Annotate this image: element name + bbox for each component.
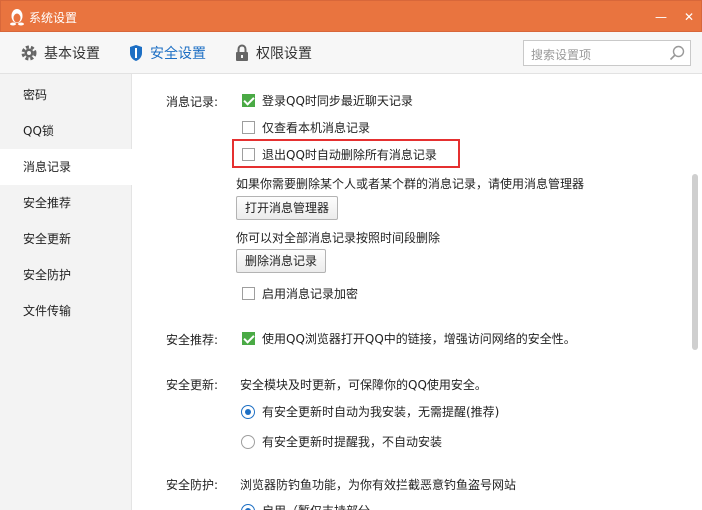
sidebar-item-file-transfer[interactable]: 文件传输 bbox=[0, 293, 132, 329]
auto-install-radio[interactable] bbox=[241, 404, 255, 419]
tab-permission-settings[interactable]: 权限设置 bbox=[234, 32, 312, 74]
option-text: 登录QQ时同步最近聊天记录 bbox=[262, 94, 413, 108]
scrollbar[interactable] bbox=[688, 74, 702, 510]
qq-penguin-icon bbox=[10, 9, 24, 26]
tab-label: 安全设置 bbox=[150, 46, 206, 62]
anti-phishing-radio-option[interactable]: 启用（暂仅支持部分 bbox=[241, 502, 370, 510]
tab-label: 权限设置 bbox=[256, 46, 312, 62]
lock-icon bbox=[236, 44, 248, 61]
search-input[interactable]: 搜索设置项 bbox=[523, 40, 691, 66]
tab-basic-settings[interactable]: 基本设置 bbox=[20, 32, 100, 74]
settings-content: 消息记录: 登录QQ时同步最近聊天记录 仅查看本机消息记录 退出QQ时自动删除所… bbox=[132, 74, 688, 510]
option-text: 仅查看本机消息记录 bbox=[262, 121, 371, 135]
security-update-desc: 安全模块及时更新，可保障你的QQ使用安全。 bbox=[240, 378, 487, 392]
manager-hint: 如果你需要删除某个人或者某个群的消息记录，请使用消息管理器 bbox=[236, 177, 585, 191]
search-placeholder: 搜索设置项 bbox=[531, 48, 592, 62]
security-protect-desc: 浏览器防钓鱼功能，为你有效拦截恶意钓鱼盗号网站 bbox=[240, 478, 517, 492]
sync-recent-chat-checkbox[interactable] bbox=[242, 94, 255, 107]
auto-delete-checkbox[interactable] bbox=[242, 148, 255, 161]
encrypt-option[interactable]: 启用消息记录加密 bbox=[242, 285, 358, 302]
search-icon[interactable] bbox=[669, 45, 685, 61]
option-text: 使用QQ浏览器打开QQ中的链接，增强访问网络的安全性。 bbox=[262, 332, 576, 346]
option-text: 启用（暂仅支持部分 bbox=[262, 502, 370, 510]
auto-install-radio-option[interactable]: 有安全更新时自动为我安装，无需提醒(推荐) bbox=[241, 403, 499, 420]
title-bar: 系统设置 — ✕ bbox=[0, 0, 702, 32]
close-button[interactable]: ✕ bbox=[679, 7, 699, 27]
section-label-security-protect: 安全防护: bbox=[166, 478, 219, 492]
minimize-button[interactable]: — bbox=[651, 7, 671, 27]
open-message-manager-button[interactable]: 打开消息管理器 bbox=[236, 196, 339, 220]
option-text: 启用消息记录加密 bbox=[262, 287, 359, 301]
sidebar-item-security-protect[interactable]: 安全防护 bbox=[0, 257, 132, 293]
section-label-security-recommend: 安全推荐: bbox=[166, 333, 219, 347]
window-title: 系统设置 bbox=[29, 11, 78, 25]
sidebar-item-qq-lock[interactable]: QQ锁 bbox=[0, 113, 132, 149]
encrypt-checkbox[interactable] bbox=[242, 287, 255, 300]
qq-browser-checkbox[interactable] bbox=[242, 332, 255, 345]
sidebar-item-security-update[interactable]: 安全更新 bbox=[0, 221, 132, 257]
option-text: 有安全更新时提醒我，不自动安装 bbox=[262, 435, 443, 449]
sidebar-item-security-recommend[interactable]: 安全推荐 bbox=[0, 185, 132, 221]
gear-icon bbox=[21, 45, 37, 61]
anti-phishing-radio[interactable] bbox=[241, 503, 255, 510]
auto-delete-option[interactable]: 退出QQ时自动删除所有消息记录 bbox=[242, 146, 437, 163]
sync-recent-chat-option[interactable]: 登录QQ时同步最近聊天记录 bbox=[242, 92, 413, 109]
notify-only-radio-option[interactable]: 有安全更新时提醒我，不自动安装 bbox=[241, 433, 442, 450]
qq-browser-option[interactable]: 使用QQ浏览器打开QQ中的链接，增强访问网络的安全性。 bbox=[242, 330, 576, 347]
section-label-security-update: 安全更新: bbox=[166, 378, 219, 392]
tab-bar: 基本设置 安全设置 权限设置 搜索设置项 bbox=[0, 32, 702, 74]
sidebar-item-message-record[interactable]: 消息记录 bbox=[0, 149, 132, 185]
scrollbar-thumb[interactable] bbox=[692, 174, 698, 350]
section-label-message-record: 消息记录: bbox=[166, 95, 219, 109]
notify-only-radio[interactable] bbox=[241, 434, 255, 449]
local-only-option[interactable]: 仅查看本机消息记录 bbox=[242, 119, 370, 136]
shield-icon bbox=[130, 45, 142, 61]
local-only-checkbox[interactable] bbox=[242, 121, 255, 134]
sidebar-item-password[interactable]: 密码 bbox=[0, 77, 132, 113]
delete-hint: 你可以对全部消息记录按照时间段删除 bbox=[236, 231, 441, 245]
option-text: 退出QQ时自动删除所有消息记录 bbox=[262, 148, 437, 162]
tab-security-settings[interactable]: 安全设置 bbox=[128, 32, 206, 74]
tab-label: 基本设置 bbox=[44, 46, 100, 62]
sidebar: 密码 QQ锁 消息记录 安全推荐 安全更新 安全防护 文件传输 bbox=[0, 74, 132, 510]
delete-message-record-button[interactable]: 删除消息记录 bbox=[236, 249, 327, 273]
option-text: 有安全更新时自动为我安装，无需提醒(推荐) bbox=[262, 405, 500, 419]
